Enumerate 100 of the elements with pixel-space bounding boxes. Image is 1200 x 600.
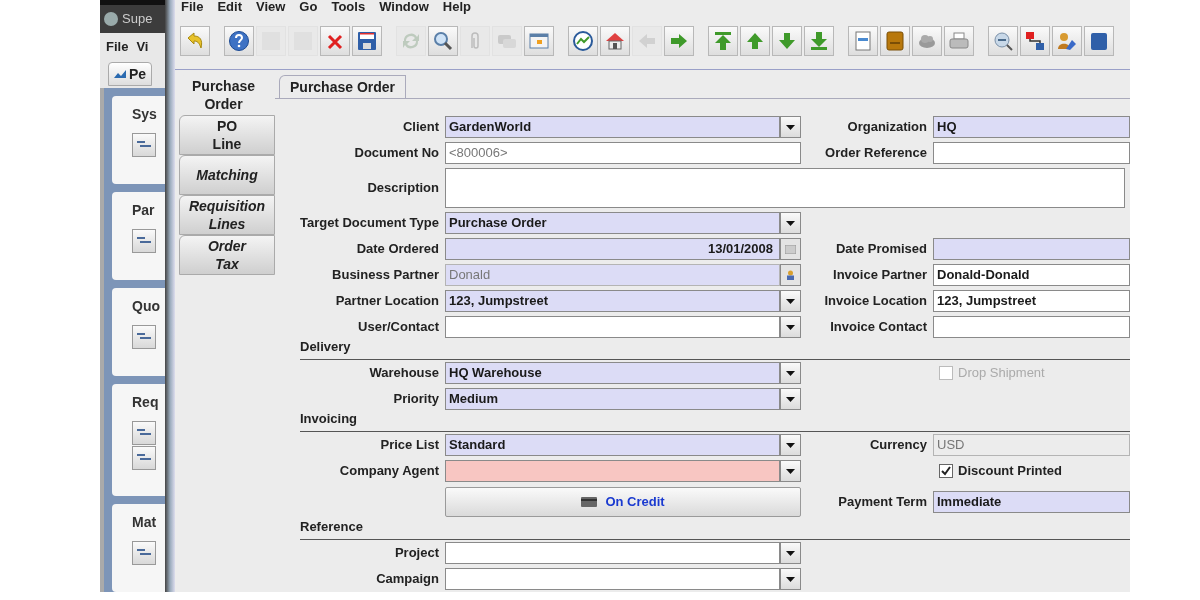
toolbar-button[interactable]	[988, 26, 1018, 57]
toolbar-button[interactable]	[848, 26, 878, 57]
dropdown-button[interactable]	[780, 116, 801, 138]
input-field[interactable]: HQ	[933, 116, 1130, 138]
input-field[interactable]: USD	[933, 434, 1130, 456]
checkbox-label: Discount Printed	[958, 462, 1062, 481]
input-field[interactable]: Donald-Donald	[933, 264, 1130, 286]
input-field[interactable]	[445, 568, 780, 590]
toolbar-button[interactable]	[664, 26, 694, 57]
toolbar-button[interactable]	[1020, 26, 1050, 57]
on-credit-button[interactable]: On Credit	[445, 487, 801, 517]
person-icon	[786, 270, 795, 280]
dropdown-button[interactable]	[780, 460, 801, 482]
input-field[interactable]	[933, 238, 1130, 260]
menu-item[interactable]: File	[181, 0, 204, 14]
description-field[interactable]	[445, 168, 1125, 208]
toolbar-button[interactable]	[352, 26, 382, 57]
tab[interactable]: Purchase Order	[279, 75, 407, 98]
panel-title: Sys	[132, 105, 158, 124]
field-label: Invoice Partner	[833, 266, 927, 285]
panel-item-icon[interactable]	[132, 325, 156, 349]
toolbar-button[interactable]	[1084, 26, 1114, 57]
input-field[interactable]	[933, 142, 1130, 164]
search-icon	[432, 30, 454, 53]
caret-icon	[786, 370, 795, 376]
input-field[interactable]: 13/01/2008	[445, 238, 780, 260]
input-field[interactable]	[445, 460, 780, 482]
toolbar-button[interactable]	[804, 26, 834, 57]
panel-item-icon[interactable]	[132, 133, 156, 157]
input-field[interactable]: Medium	[445, 388, 780, 410]
menu-item[interactable]: File	[106, 36, 129, 57]
toolbar-button[interactable]	[428, 26, 458, 57]
field-value: Medium	[449, 390, 499, 409]
caret-icon	[786, 550, 795, 556]
dropdown-button[interactable]	[780, 290, 801, 312]
toolbar-button[interactable]	[880, 26, 910, 57]
input-field[interactable]: GardenWorld	[445, 116, 780, 138]
toolbar-button[interactable]	[320, 26, 350, 57]
dropdown-button[interactable]	[780, 542, 801, 564]
side-tab[interactable]: Requisition Lines	[179, 195, 275, 235]
input-field[interactable]	[445, 316, 780, 338]
input-field[interactable]: Standard	[445, 434, 780, 456]
input-field[interactable]: <800006>	[445, 142, 801, 164]
caret-icon	[786, 298, 795, 304]
field-label: Date Promised	[835, 240, 927, 259]
panel-item-icon[interactable]	[132, 541, 156, 565]
field-label: Description	[367, 179, 439, 198]
side-tab[interactable]: Matching	[179, 155, 275, 195]
archive-icon	[884, 30, 906, 53]
toolbar-button[interactable]	[600, 26, 630, 57]
input-field[interactable]	[933, 316, 1130, 338]
dropdown-button[interactable]	[780, 362, 801, 384]
window-title: Supe	[122, 10, 153, 29]
toolbar-button[interactable]	[524, 26, 554, 57]
panel-item-icon[interactable]	[132, 446, 156, 470]
input-field[interactable]: 123, Jumpstreet	[445, 290, 780, 312]
field-value: 123, Jumpstreet	[449, 292, 548, 311]
dropdown-button[interactable]	[780, 316, 801, 338]
side-tab[interactable]: PO Line	[179, 115, 275, 155]
field-label: Business Partner	[332, 266, 439, 285]
panel-title: Mat	[132, 513, 158, 532]
input-field[interactable]	[445, 542, 780, 564]
field-label: Project	[394, 544, 439, 563]
toolbar-button[interactable]	[568, 26, 598, 57]
dropdown-button[interactable]	[780, 434, 801, 456]
lookup-button[interactable]	[780, 264, 801, 286]
checkbox[interactable]	[939, 464, 953, 478]
toolbar-button[interactable]	[708, 26, 738, 57]
zoom-across-icon	[992, 30, 1014, 53]
tab[interactable]: Pe	[108, 62, 153, 86]
document-icon	[852, 30, 874, 53]
input-field[interactable]: Purchase Order	[445, 212, 780, 234]
section-heading: Reference	[300, 519, 363, 534]
menu-item[interactable]: View	[255, 0, 286, 14]
dropdown-button[interactable]	[780, 388, 801, 410]
menu-item[interactable]: Edit	[217, 0, 242, 14]
panel-item-icon[interactable]	[132, 421, 156, 445]
menu-item[interactable]: Vi	[136, 36, 149, 57]
side-tab[interactable]: Order Tax	[179, 235, 275, 275]
menu-item[interactable]: Go	[299, 0, 318, 14]
menu-item[interactable]: Window	[379, 0, 429, 14]
first-record-icon	[712, 30, 734, 53]
input-field[interactable]: HQ Warehouse	[445, 362, 780, 384]
menu-item[interactable]: Help	[442, 0, 471, 14]
field-label: Invoice Location	[824, 292, 927, 311]
input-field[interactable]: 123, Jumpstreet	[933, 290, 1130, 312]
dropdown-button[interactable]	[780, 568, 801, 590]
panel-item-icon[interactable]	[132, 229, 156, 253]
field-label: Campaign	[376, 570, 439, 589]
toolbar-button[interactable]	[224, 26, 254, 57]
field-value: 123, Jumpstreet	[937, 292, 1036, 311]
field-label: Order Reference	[825, 144, 927, 163]
menu-item[interactable]: Tools	[331, 0, 366, 14]
dropdown-button[interactable]	[780, 212, 801, 234]
toolbar-button[interactable]	[772, 26, 802, 57]
section-heading: Invoicing	[300, 411, 358, 426]
field-label: Invoice Contact	[830, 318, 927, 337]
toolbar-button[interactable]	[1052, 26, 1082, 57]
input-field[interactable]: Immediate	[933, 491, 1130, 513]
toolbar-button[interactable]	[740, 26, 770, 57]
